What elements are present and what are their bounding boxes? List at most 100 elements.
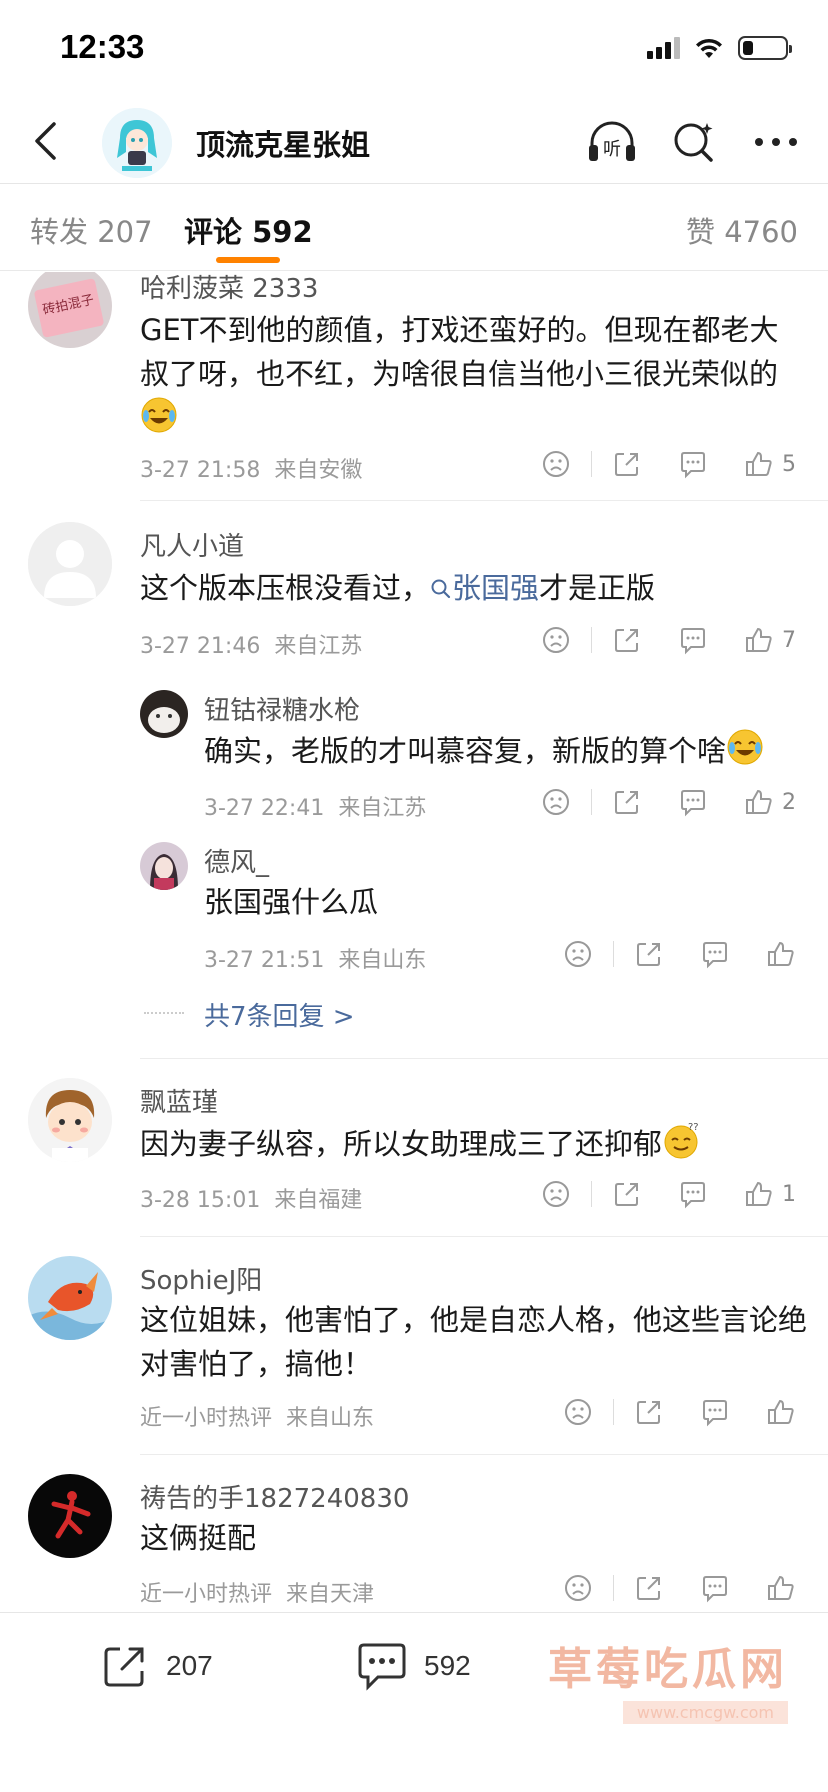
search-button[interactable] <box>666 114 722 170</box>
reply-avatar[interactable] <box>140 842 188 890</box>
comment-bubble-icon <box>681 1182 705 1209</box>
tab-comments[interactable]: 评论 592 <box>184 209 313 251</box>
reply-meta: 3-27 21:51 来自山东 <box>204 948 427 973</box>
comment-username[interactable]: SophieJ阳 <box>140 1260 262 1297</box>
like-button[interactable]: 5 <box>744 444 796 484</box>
avatar[interactable] <box>28 1078 112 1162</box>
thumbs-up-icon <box>746 451 772 476</box>
avatar[interactable] <box>28 1256 112 1340</box>
frown-face-icon <box>543 451 569 477</box>
like-button[interactable] <box>766 1392 796 1432</box>
comment-text: 这位姐妹，他害怕了，他是自恋人格，他这些言论绝对害怕了，搞他！ <box>140 1303 808 1381</box>
status-icons <box>647 36 792 60</box>
comment-meta: 3-28 15:01 来自福建 <box>140 1188 363 1213</box>
share-icon <box>615 1183 638 1206</box>
reply-actions: 2 <box>541 782 796 822</box>
avatar[interactable] <box>28 1474 112 1558</box>
repost-button[interactable]: 207 <box>100 1641 213 1691</box>
avatar[interactable] <box>28 522 112 606</box>
dislike-button[interactable] <box>563 1392 593 1432</box>
comment-actions: 5 <box>541 444 796 484</box>
share-icon <box>637 943 660 966</box>
comment-bubble-icon <box>681 790 705 817</box>
nav-bar: 顶流克星张姐 听 <box>0 100 828 184</box>
divider <box>140 1236 828 1237</box>
comment-bubble-icon <box>703 1400 727 1427</box>
reply-actions <box>563 934 796 974</box>
like-button[interactable] <box>766 934 796 974</box>
share-button[interactable] <box>634 1568 664 1608</box>
dislike-button[interactable] <box>563 934 593 974</box>
share-button[interactable] <box>612 444 642 484</box>
comment-actions <box>563 1392 796 1432</box>
topic-link[interactable]: 张国强 <box>430 571 539 605</box>
comment-username[interactable]: 飘蓝瑾 <box>140 1082 218 1119</box>
thumbs-up-icon <box>746 789 772 814</box>
share-button[interactable] <box>612 620 642 660</box>
comment-meta: 近一小时热评 来自山东 <box>140 1406 375 1431</box>
battery-icon <box>738 36 792 60</box>
dislike-button[interactable] <box>563 1568 593 1608</box>
like-button[interactable]: 7 <box>744 620 796 660</box>
like-button[interactable]: 2 <box>744 782 796 822</box>
listen-button[interactable]: 听 <box>584 114 640 170</box>
divider <box>140 1058 828 1059</box>
share-button[interactable] <box>634 1392 664 1432</box>
thumbs-up-icon <box>746 627 772 652</box>
comment-list: 砖拍混子 哈利菠菜 2333 GET不到他的颜值，打戏还蛮好的。但现在都老大叔了… <box>0 272 828 1612</box>
tab-reposts[interactable]: 转发 207 <box>30 209 153 251</box>
frown-face-icon <box>543 627 569 653</box>
avatar[interactable]: 砖拍混子 <box>28 272 112 348</box>
reply-button[interactable] <box>700 1568 730 1608</box>
watermark-url: www.cmcgw.com <box>622 1701 788 1724</box>
dislike-button[interactable] <box>541 444 571 484</box>
dislike-button[interactable] <box>541 620 571 660</box>
more-dots-icon <box>755 138 797 146</box>
reply-button[interactable] <box>700 1392 730 1432</box>
reply-button[interactable] <box>678 444 708 484</box>
author-avatar[interactable] <box>102 108 172 178</box>
divider <box>140 1454 828 1455</box>
like-button[interactable]: 1 <box>744 1174 796 1214</box>
more-button[interactable] <box>748 114 804 170</box>
comment-meta: 3-27 21:46 来自江苏 <box>140 634 363 659</box>
back-button[interactable] <box>20 116 70 166</box>
comment-bubble-icon <box>703 942 727 969</box>
comment-button[interactable]: 592 <box>356 1641 471 1691</box>
comment-bubble-icon <box>681 452 705 479</box>
share-icon <box>637 1577 660 1600</box>
frown-face-icon <box>565 941 591 967</box>
comment-text: GET不到他的颜值，打戏还蛮好的。但现在都老大叔了呀，也不红，为啥很自信当他小三… <box>140 308 800 446</box>
share-button[interactable] <box>612 1174 642 1214</box>
reply-button[interactable] <box>678 620 708 660</box>
comment-username[interactable]: 凡人小道 <box>140 526 244 563</box>
comment-text: 这个版本压根没看过， 张国强才是正版 <box>140 566 800 612</box>
reply-meta: 3-27 22:41 来自江苏 <box>204 796 427 821</box>
reply-button[interactable] <box>678 782 708 822</box>
tab-likes[interactable]: 赞 4760 <box>686 209 798 251</box>
search-small-icon <box>430 568 452 612</box>
comment-username[interactable]: 哈利菠菜 2333 <box>140 272 318 305</box>
reply-username[interactable]: 钮钴禄糖水枪 <box>204 690 360 727</box>
share-button[interactable] <box>634 934 664 974</box>
reply-avatar[interactable] <box>140 690 188 738</box>
cellular-signal-icon <box>647 37 680 59</box>
comment-text: 因为妻子纵容，所以女助理成三了还抑郁?? <box>140 1120 800 1172</box>
reply-text: 张国强什么瓜 <box>204 885 379 919</box>
reply-button[interactable] <box>700 934 730 974</box>
more-replies-link[interactable]: 共7条回复 > <box>204 996 355 1033</box>
dislike-button[interactable] <box>541 1174 571 1214</box>
share-button[interactable] <box>612 782 642 822</box>
wifi-icon <box>696 38 722 58</box>
share-icon <box>615 629 638 652</box>
bottom-action-bar: 207 592 草莓吃瓜网 www.cmcgw.com <box>0 1612 828 1792</box>
reply-button[interactable] <box>678 1174 708 1214</box>
like-button[interactable] <box>766 1568 796 1608</box>
back-arrow-icon <box>35 122 56 160</box>
share-icon <box>615 453 638 476</box>
dislike-button[interactable] <box>541 782 571 822</box>
page-title: 顶流克星张姐 <box>196 128 371 162</box>
comment-username[interactable]: 祷告的手1827240830 <box>140 1478 409 1515</box>
share-icon <box>615 791 638 814</box>
reply-username[interactable]: 德风_ <box>204 842 269 879</box>
